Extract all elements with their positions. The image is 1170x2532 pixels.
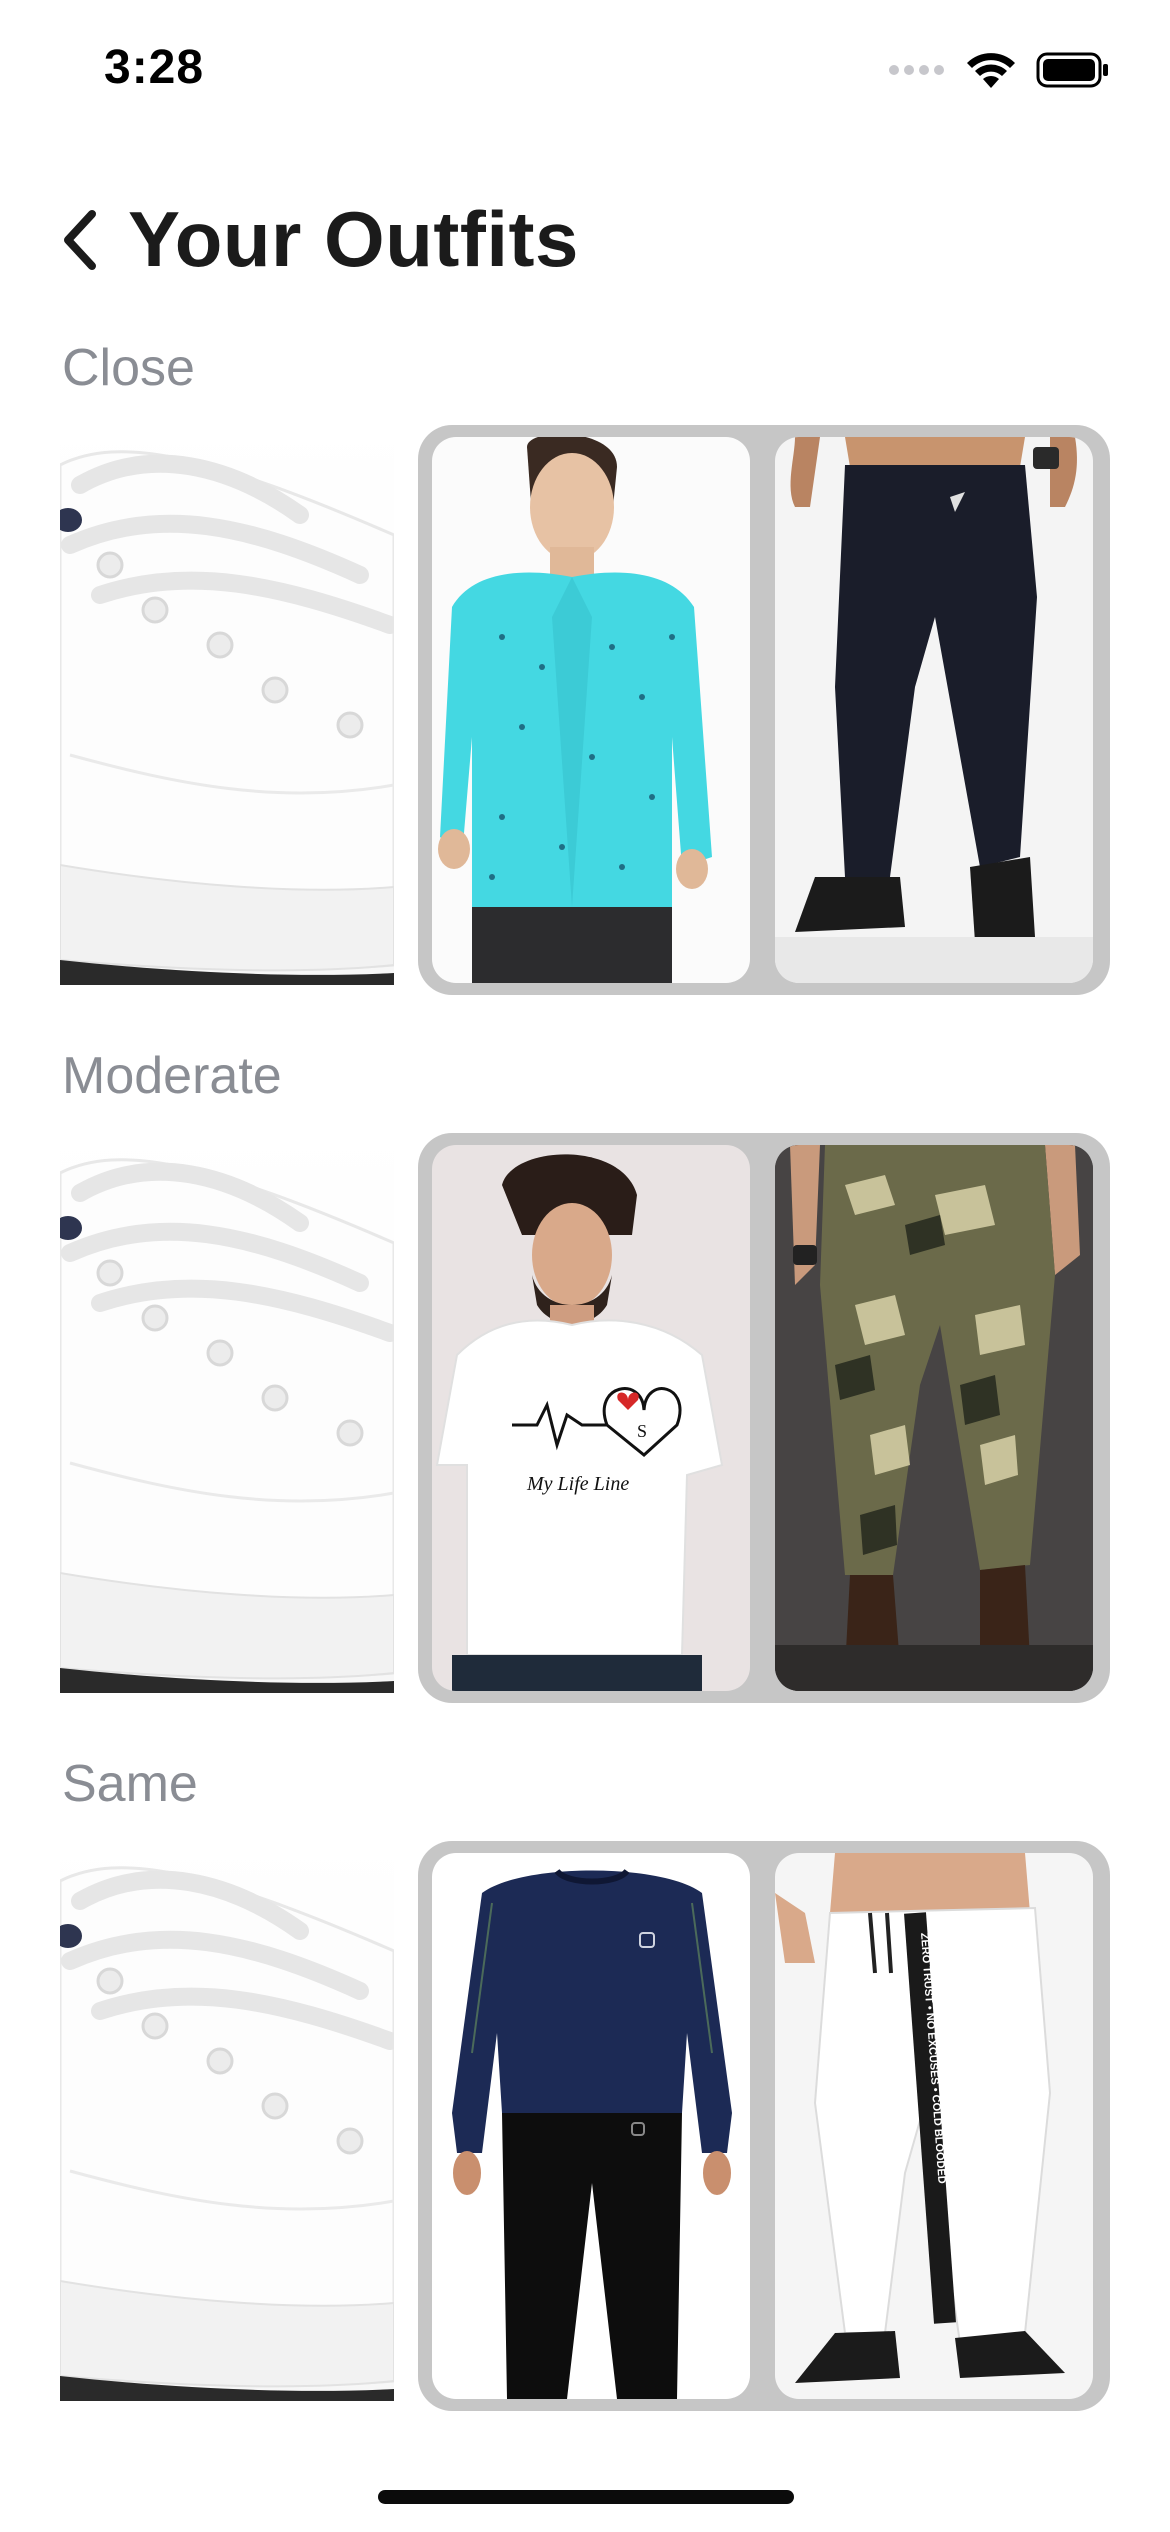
shoe-image[interactable] bbox=[60, 425, 394, 985]
section-label-same: Same bbox=[62, 1755, 198, 1813]
wifi-icon bbox=[964, 50, 1018, 90]
status-icons bbox=[888, 50, 1110, 90]
outfits-screen: 3:28 Your Outfits Close Moderate S My Li… bbox=[0, 0, 1170, 2532]
outfit-row-moderate[interactable]: S My Life Line bbox=[60, 1133, 1110, 1703]
battery-icon bbox=[1036, 52, 1110, 88]
bottom-garment-image[interactable] bbox=[775, 437, 1093, 983]
chevron-left-icon bbox=[60, 208, 100, 272]
top-garment-image[interactable] bbox=[432, 1853, 750, 2399]
outfit-row-same[interactable]: ZERO TRUST • NO EXCUSES • COLD BLOODED bbox=[60, 1841, 1110, 2411]
section-label-close: Close bbox=[62, 339, 195, 397]
bottom-garment-image[interactable] bbox=[775, 1145, 1093, 1691]
bottom-garment-image[interactable]: ZERO TRUST • NO EXCUSES • COLD BLOODED bbox=[775, 1853, 1093, 2399]
status-bar: 3:28 bbox=[0, 0, 1170, 140]
outfit-card[interactable] bbox=[418, 425, 1110, 995]
top-garment-image[interactable] bbox=[432, 437, 750, 983]
page-title: Your Outfits bbox=[128, 195, 579, 283]
back-button[interactable] bbox=[50, 202, 110, 278]
outfit-card[interactable]: ZERO TRUST • NO EXCUSES • COLD BLOODED bbox=[418, 1841, 1110, 2411]
outfit-card[interactable]: S My Life Line bbox=[418, 1133, 1110, 1703]
section-label-moderate: Moderate bbox=[62, 1047, 282, 1105]
tshirt-print-letter: S bbox=[637, 1421, 647, 1441]
shoe-image[interactable] bbox=[60, 1841, 394, 2401]
signal-dots-icon bbox=[888, 63, 946, 77]
top-garment-image[interactable]: S My Life Line bbox=[432, 1145, 750, 1691]
outfit-row-close[interactable] bbox=[60, 425, 1110, 995]
tshirt-print-text: My Life Line bbox=[526, 1473, 629, 1495]
home-indicator[interactable] bbox=[378, 2490, 794, 2504]
shoe-image[interactable] bbox=[60, 1133, 394, 1693]
nav-header: Your Outfits bbox=[0, 180, 1170, 300]
status-time: 3:28 bbox=[104, 41, 205, 94]
